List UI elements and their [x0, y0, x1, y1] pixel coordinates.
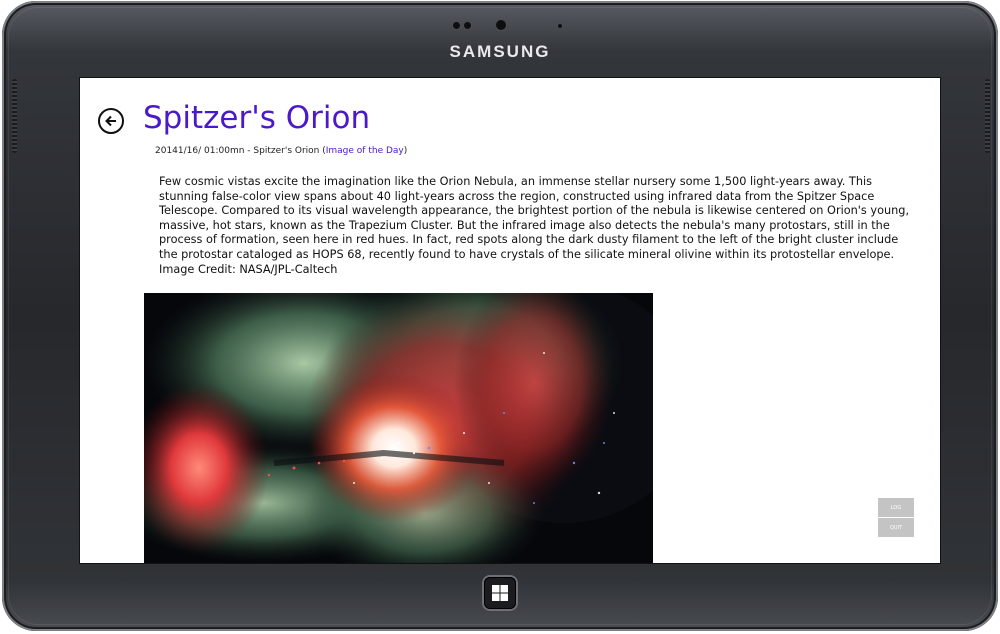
sensor-dot [453, 22, 460, 29]
quit-button[interactable]: QUIT [878, 518, 914, 537]
meta-line: 20141/16/ 01:00mn - Spitzer's Orion (Ima… [155, 146, 407, 156]
meta-separator: - [247, 146, 251, 156]
speaker-grill-left [12, 79, 17, 153]
sensor-dot [558, 24, 562, 28]
back-arrow-icon [105, 115, 116, 127]
windows-home-button[interactable] [484, 577, 516, 609]
description: Few cosmic vistas excite the imagination… [159, 175, 919, 277]
speaker-grill-right [985, 79, 990, 153]
nebula-image [144, 293, 653, 563]
back-button[interactable] [98, 108, 124, 134]
meta-close-paren: ) [403, 146, 408, 156]
device-brand: SAMSUNG [449, 42, 551, 61]
meta-name: Spitzer's Orion [253, 146, 320, 156]
description-text: Few cosmic vistas excite the imagination… [159, 175, 910, 261]
sensor-dot [464, 22, 471, 29]
page-title: Spitzer's Orion [143, 100, 371, 136]
image-credit: Image Credit: NASA/JPL-Caltech [159, 262, 338, 276]
app-screen: Spitzer's Orion 20141/16/ 01:00mn - Spit… [80, 78, 940, 563]
image-of-the-day-link[interactable]: Image of the Day [326, 146, 404, 156]
camera-icon [496, 20, 506, 30]
log-button[interactable]: LOG [878, 498, 914, 517]
windows-logo-icon [492, 585, 508, 601]
meta-date: 20141/16/ 01:00mn [155, 146, 245, 156]
